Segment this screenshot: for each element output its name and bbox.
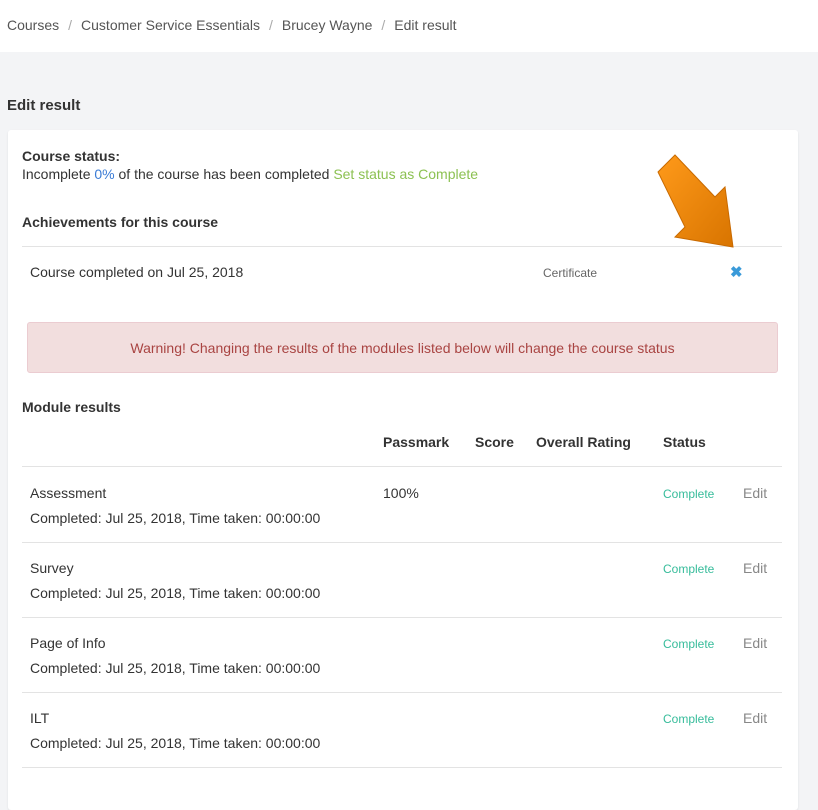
- warning-alert: Warning! Changing the results of the mod…: [27, 322, 778, 373]
- course-status-percent: 0%: [94, 166, 115, 182]
- course-status-state: Incomplete: [22, 166, 91, 182]
- table-row: Survey Completed: Jul 25, 2018, Time tak…: [22, 542, 782, 617]
- breadcrumb-learner[interactable]: Brucey Wayne: [282, 17, 373, 33]
- course-status-suffix: of the course has been completed: [118, 166, 330, 182]
- set-status-complete-link[interactable]: Set status as Complete: [333, 166, 478, 182]
- module-meta: Completed: Jul 25, 2018, Time taken: 00:…: [30, 735, 321, 751]
- module-status: Complete: [663, 487, 715, 501]
- column-header-score: Score: [475, 434, 514, 450]
- module-meta: Completed: Jul 25, 2018, Time taken: 00:…: [30, 585, 321, 601]
- module-passmark: 100%: [383, 485, 419, 501]
- table-row: ILT Completed: Jul 25, 2018, Time taken:…: [22, 692, 782, 767]
- achievement-text: Course completed on Jul 25, 2018: [30, 264, 244, 280]
- module-meta: Completed: Jul 25, 2018, Time taken: 00:…: [30, 510, 321, 526]
- table-row: Assessment Completed: Jul 25, 2018, Time…: [22, 467, 782, 542]
- module-name: Assessment: [30, 485, 107, 501]
- achievements-heading: Achievements for this course: [22, 214, 219, 230]
- module-name: ILT: [30, 710, 50, 726]
- course-status-line: Incomplete 0% of the course has been com…: [22, 166, 478, 182]
- column-header-status: Status: [663, 434, 706, 450]
- column-header-passmark: Passmark: [383, 434, 450, 450]
- breadcrumb-separator: /: [381, 17, 386, 33]
- edit-link[interactable]: Edit: [743, 710, 767, 726]
- breadcrumb-course[interactable]: Customer Service Essentials: [81, 17, 260, 33]
- module-results-heading: Module results: [22, 399, 121, 415]
- edit-link[interactable]: Edit: [743, 560, 767, 576]
- module-name: Page of Info: [30, 635, 106, 651]
- module-name: Survey: [30, 560, 74, 576]
- top-bar: Courses / Customer Service Essentials / Bruc…: [0, 0, 818, 52]
- breadcrumb-current: Edit result: [394, 17, 457, 33]
- warning-text: Warning! Changing the results of the mod…: [130, 339, 675, 356]
- breadcrumb-separator: /: [268, 17, 273, 33]
- column-header-overall-rating: Overall Rating: [536, 434, 631, 450]
- module-meta: Completed: Jul 25, 2018, Time taken: 00:…: [30, 660, 321, 676]
- breadcrumb-courses[interactable]: Courses: [7, 17, 59, 33]
- divider: [22, 767, 782, 768]
- module-status: Complete: [663, 637, 715, 651]
- module-status: Complete: [663, 712, 715, 726]
- course-status-label: Course status:: [22, 148, 121, 164]
- edit-link[interactable]: Edit: [743, 485, 767, 501]
- breadcrumb: Courses / Customer Service Essentials / Bruc…: [7, 17, 457, 33]
- edit-link[interactable]: Edit: [743, 635, 767, 651]
- table-row: Page of Info Completed: Jul 25, 2018, Ti…: [22, 617, 782, 692]
- achievement-type: Certificate: [543, 266, 598, 280]
- module-status: Complete: [663, 562, 715, 576]
- arrow-annotation-icon: [657, 154, 734, 248]
- breadcrumb-separator: /: [68, 17, 73, 33]
- page-title: Edit result: [7, 97, 81, 114]
- close-icon[interactable]: ✖: [730, 263, 743, 281]
